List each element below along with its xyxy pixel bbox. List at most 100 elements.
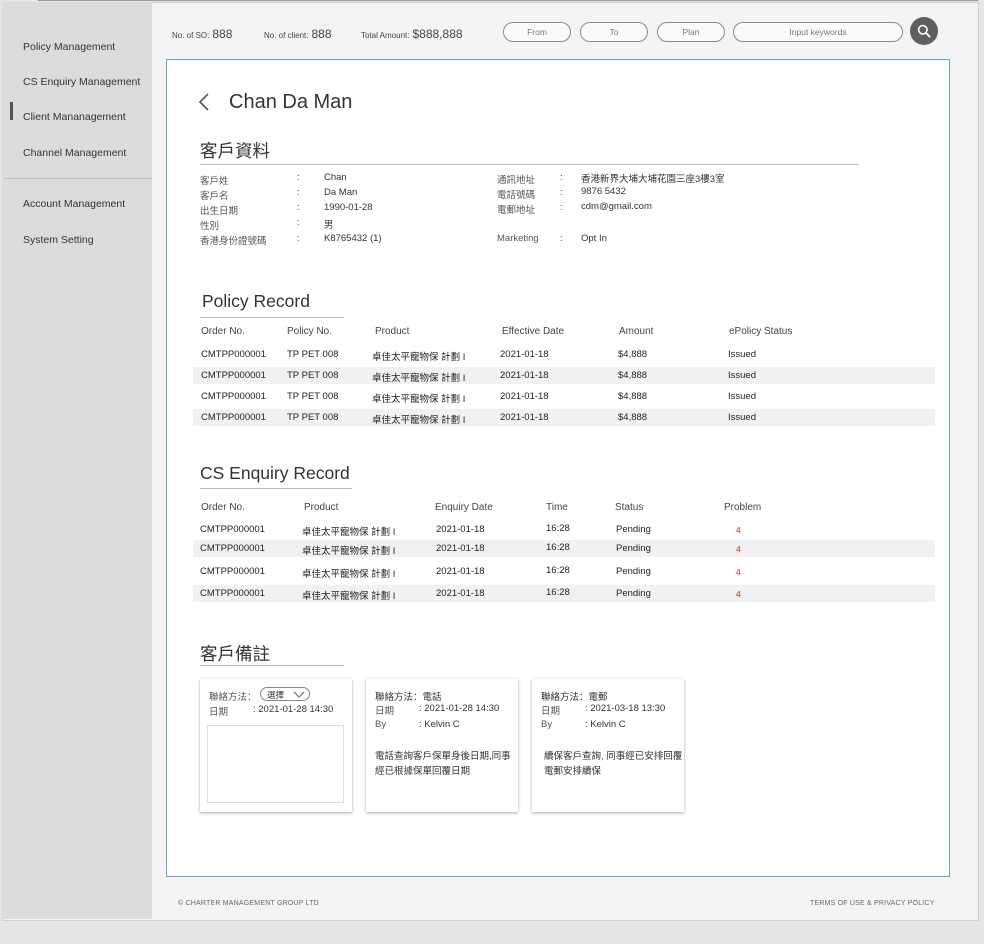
plan-input[interactable] bbox=[658, 27, 724, 37]
remark-card[interactable]: 聯絡方法：電郵 日期 : 2021-03-18 13:30 By : Kelvi… bbox=[532, 679, 684, 812]
enquiry-cell-problem-count: 4 bbox=[736, 544, 741, 554]
remark-date-value: : 2021-03-18 13:30 bbox=[585, 703, 666, 714]
sidebar-item-system-setting[interactable]: System Setting bbox=[23, 234, 94, 246]
page-title: Chan Da Man bbox=[229, 91, 353, 113]
stat-so: No. of SO: 888 bbox=[172, 25, 232, 43]
enquiry-cell-problem-count: 4 bbox=[736, 589, 741, 599]
from-date-field[interactable] bbox=[503, 22, 571, 42]
enquiry-cell-order-no: CMTPP000001 bbox=[200, 543, 265, 554]
field-colon: : bbox=[560, 187, 563, 198]
remark-textarea[interactable] bbox=[207, 725, 344, 803]
footer-terms-link[interactable]: TERMS OF USE & PRIVACY POLICY bbox=[810, 900, 935, 907]
policy-cell-amount: $4,888 bbox=[618, 391, 648, 402]
stat-so-label: No. of SO: bbox=[172, 31, 210, 40]
enquiry-cell-time: 16:28 bbox=[546, 542, 570, 553]
policy-cell-order-no: CMTPP000001 bbox=[201, 412, 266, 423]
stat-so-value: 888 bbox=[212, 27, 233, 41]
field-colon: : bbox=[560, 233, 563, 244]
policy-cell-order-no: CMTPP000001 bbox=[201, 370, 266, 381]
remark-date-label: 日期 bbox=[541, 706, 561, 717]
client-info-divider bbox=[200, 164, 859, 165]
enquiry-cell-order-no: CMTPP000001 bbox=[200, 588, 265, 599]
policy-cell-policy-no: TP PET 008 bbox=[287, 370, 339, 381]
sidebar-item-cs-enquiry-management[interactable]: CS Enquiry Management bbox=[23, 76, 140, 88]
sidebar-item-policy-management[interactable]: Policy Management bbox=[23, 41, 115, 53]
plan-field[interactable] bbox=[657, 22, 725, 42]
remark-date-label: 日期 bbox=[375, 706, 395, 717]
to-date-field[interactable] bbox=[580, 22, 648, 42]
field-colon: : bbox=[297, 233, 300, 244]
enquiry-cell-product: 卓佳太平寵物保 計劃 I bbox=[302, 527, 396, 538]
enquiry-cell-time: 16:28 bbox=[546, 587, 570, 598]
policy-cell-policy-no: TP PET 008 bbox=[287, 349, 339, 360]
enquiry-cell-status: Pending bbox=[616, 588, 651, 599]
policy-header-effective-date: Effective Date bbox=[502, 326, 565, 337]
sidebar-divider bbox=[4, 178, 152, 179]
remarks-title: 客戶備註 bbox=[200, 644, 270, 664]
new-remark-date-label: 日期 bbox=[209, 707, 229, 718]
field-colon: : bbox=[297, 217, 300, 228]
sidebar-item-client-management[interactable]: Client Mananagement bbox=[23, 111, 126, 123]
contact-method-select-value: 選擇 bbox=[267, 690, 285, 700]
remark-date-value: : 2021-01-28 14:30 bbox=[419, 703, 500, 714]
enquiry-cell-order-no: CMTPP000001 bbox=[200, 566, 265, 577]
stat-client-value: 888 bbox=[311, 27, 332, 41]
policy-cell-order-no: CMTPP000001 bbox=[201, 349, 266, 360]
to-date-input[interactable] bbox=[581, 27, 647, 37]
sidebar-item-account-management[interactable]: Account Management bbox=[23, 198, 125, 210]
sidebar-item-channel-management[interactable]: Channel Management bbox=[23, 147, 126, 159]
keyword-field[interactable] bbox=[733, 22, 903, 42]
policy-header-policy-no: Policy No. bbox=[287, 326, 333, 337]
policy-header-amount: Amount bbox=[619, 326, 654, 337]
enquiry-cell-status: Pending bbox=[616, 566, 651, 577]
stat-client-label: No. of client: bbox=[264, 31, 309, 40]
enquiry-cell-date: 2021-01-18 bbox=[436, 566, 485, 577]
policy-cell-product: 卓佳太平寵物保 計劃 I bbox=[372, 352, 466, 363]
field-value-address: 香港新界大埔大埔花園三座3樓3室 bbox=[581, 174, 725, 185]
policy-cell-policy-no: TP PET 008 bbox=[287, 391, 339, 402]
enquiry-cell-product: 卓佳太平寵物保 計劃 I bbox=[302, 591, 396, 602]
policy-header-product: Product bbox=[375, 326, 410, 337]
field-colon: : bbox=[560, 172, 563, 183]
field-value-given-name: Da Man bbox=[324, 187, 358, 198]
enquiry-cell-date: 2021-01-18 bbox=[436, 524, 485, 535]
field-value-dob: 1990-01-28 bbox=[324, 202, 373, 213]
enquiry-cell-status: Pending bbox=[616, 524, 651, 535]
footer-copyright: © CHARTER MANAGEMENT GROUP LTD bbox=[178, 900, 319, 907]
field-label-marketing: Marketing bbox=[497, 233, 539, 244]
remark-card[interactable]: 聯絡方法：電話 日期 : 2021-01-28 14:30 By : Kelvi… bbox=[366, 679, 518, 812]
field-value-marketing: Opt In bbox=[581, 233, 607, 244]
enquiry-cell-date: 2021-01-18 bbox=[436, 543, 485, 554]
field-label-given-name: 客戶名 bbox=[200, 191, 229, 202]
remark-by-label: By bbox=[375, 719, 387, 730]
enquiry-header-product: Product bbox=[304, 502, 339, 513]
enquiry-cell-problem-count: 4 bbox=[736, 525, 741, 535]
remark-by-label: By bbox=[541, 719, 553, 730]
enquiry-cell-product: 卓佳太平寵物保 計劃 I bbox=[302, 546, 396, 557]
field-value-hkid: K8765432 (1) bbox=[324, 233, 382, 244]
enquiry-header-problem: Problem bbox=[724, 502, 762, 513]
contact-method-select[interactable]: 選擇 bbox=[260, 687, 310, 701]
policy-cell-amount: $4,888 bbox=[618, 412, 648, 423]
keyword-search-input[interactable] bbox=[734, 27, 902, 37]
policy-cell-status: Issued bbox=[728, 412, 756, 423]
search-button[interactable] bbox=[910, 17, 938, 45]
policy-cell-policy-no: TP PET 008 bbox=[287, 412, 339, 423]
enquiry-cell-problem-count: 4 bbox=[736, 567, 741, 577]
remark-contact-method: 聯絡方法：電話 bbox=[375, 692, 442, 703]
remark-note: 電話查詢客戶保單身後日期,同事經已根據保單回覆日期 bbox=[375, 751, 511, 777]
policy-cell-status: Issued bbox=[728, 349, 756, 360]
remark-note: 續保客戶查詢, 同事經已安排回覆電郵安排續保 bbox=[544, 751, 683, 777]
sidebar-active-indicator bbox=[10, 102, 13, 120]
from-date-input[interactable] bbox=[504, 27, 570, 37]
field-value-gender: 男 bbox=[324, 220, 334, 231]
search-icon bbox=[917, 24, 931, 38]
field-value-surname: Chan bbox=[324, 172, 347, 183]
field-value-phone: 9876 5432 bbox=[581, 186, 626, 197]
policy-cell-effective-date: 2021-01-18 bbox=[500, 370, 549, 381]
stat-amount: Total Amount: $888,888 bbox=[361, 25, 463, 43]
enquiry-record-title: CS Enquiry Record bbox=[200, 463, 350, 483]
policy-cell-product: 卓佳太平寵物保 計劃 I bbox=[372, 394, 466, 405]
back-button[interactable] bbox=[197, 92, 213, 112]
policy-cell-amount: $4,888 bbox=[618, 349, 648, 360]
